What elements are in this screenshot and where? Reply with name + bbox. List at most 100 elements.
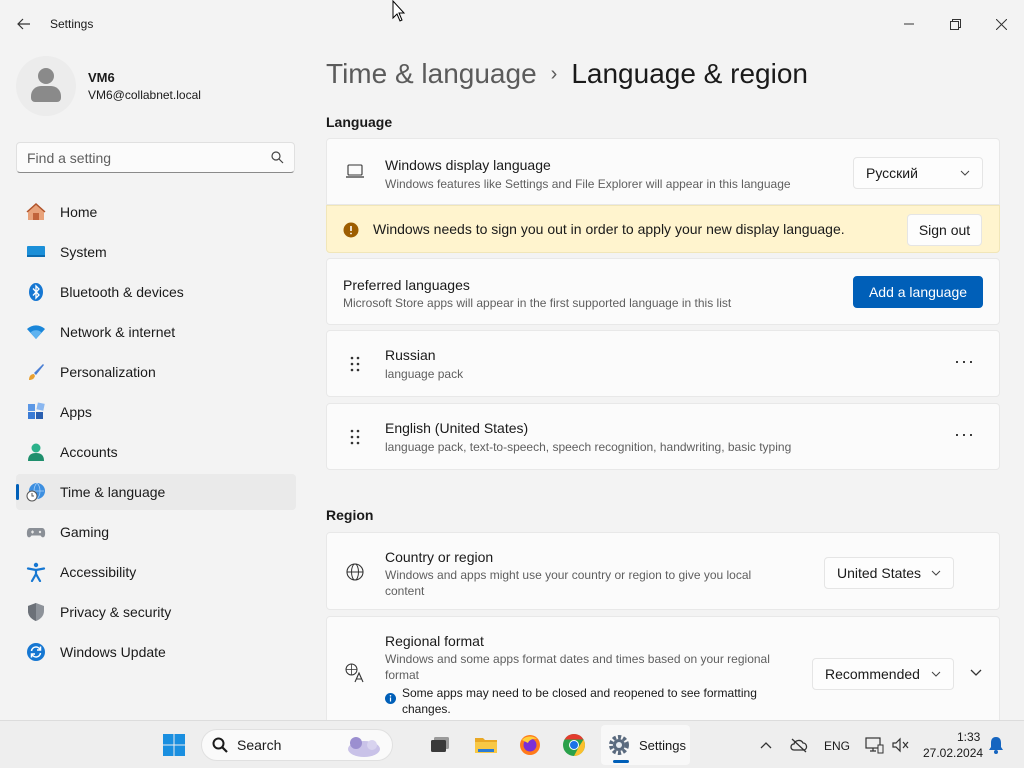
language-name: English (United States)	[385, 420, 529, 436]
file-explorer-button[interactable]	[470, 729, 502, 761]
minimize-button[interactable]	[886, 0, 932, 48]
sidebar-item-label: Gaming	[60, 524, 110, 540]
home-icon	[26, 202, 46, 222]
taskbar-search[interactable]: Search	[201, 729, 393, 761]
input-language-indicator[interactable]: ENG	[824, 739, 850, 753]
sidebar-item-accessibility[interactable]: Accessibility	[16, 554, 296, 590]
regional-format-dropdown[interactable]: Recommended	[812, 658, 954, 690]
notifications-button[interactable]	[986, 729, 1006, 761]
sidebar-item-network[interactable]: Network & internet	[16, 314, 296, 350]
gear-icon	[609, 735, 629, 755]
search-field[interactable]	[16, 142, 295, 173]
preferred-languages-card: Preferred languages Microsoft Store apps…	[326, 258, 1000, 325]
sidebar-item-label: Personalization	[60, 364, 156, 380]
sidebar-item-label: Time & language	[60, 484, 166, 500]
more-options-icon[interactable]: ···	[954, 424, 975, 445]
search-icon	[212, 737, 228, 753]
language-name: Russian	[385, 347, 436, 363]
close-button[interactable]	[978, 0, 1024, 48]
sidebar: VM6 VM6@collabnet.local Home System Blue…	[0, 48, 312, 720]
expand-chevron-icon[interactable]	[970, 669, 982, 677]
firefox-button[interactable]	[514, 729, 546, 761]
sidebar-item-label: Privacy & security	[60, 604, 172, 620]
breadcrumb-parent[interactable]: Time & language	[326, 58, 537, 90]
app-title: Settings	[50, 17, 94, 31]
chrome-button[interactable]	[558, 729, 590, 761]
sidebar-item-windows-update[interactable]: Windows Update	[16, 634, 296, 670]
search-highlight-icon	[348, 737, 380, 757]
regional-format-value: Recommended	[825, 666, 920, 682]
language-item-russian[interactable]: Russian language pack ···	[326, 330, 1000, 397]
sidebar-item-personalization[interactable]: Personalization	[16, 354, 296, 390]
language-detail: language pack, text-to-speech, speech re…	[385, 440, 792, 454]
breadcrumb-separator: ›	[550, 62, 558, 85]
chrome-icon	[563, 734, 585, 756]
user-profile[interactable]: VM6 VM6@collabnet.local	[16, 56, 201, 116]
clock-time[interactable]: 1:33	[957, 730, 980, 744]
warning-text: Windows needs to sign you out in order t…	[373, 221, 845, 237]
country-region-dropdown[interactable]: United States	[824, 557, 954, 589]
sidebar-item-label: Windows Update	[60, 644, 166, 660]
profile-email: VM6@collabnet.local	[88, 87, 201, 102]
chevron-up-icon	[760, 742, 772, 749]
bluetooth-icon	[26, 282, 46, 302]
onedrive-button[interactable]	[786, 729, 812, 761]
accessibility-icon	[26, 562, 46, 582]
taskbar: Search Settings ENG 1:33 27.02.2024	[0, 720, 1024, 768]
add-language-button[interactable]: Add a language	[853, 276, 983, 308]
display-language-title: Windows display language	[385, 157, 551, 173]
brush-icon	[26, 362, 46, 382]
sidebar-item-label: Accessibility	[60, 564, 137, 580]
sidebar-item-home[interactable]: Home	[16, 194, 296, 230]
taskbar-settings-label: Settings	[639, 737, 686, 753]
sidebar-item-privacy[interactable]: Privacy & security	[16, 594, 296, 630]
time-language-icon	[26, 482, 46, 502]
sidebar-item-label: Home	[60, 204, 98, 220]
apps-icon	[26, 402, 46, 422]
network-status-button[interactable]	[862, 729, 886, 761]
page-title: Language & region	[571, 58, 808, 89]
sidebar-item-time-language[interactable]: Time & language	[16, 474, 296, 510]
taskbar-settings-app[interactable]: Settings	[601, 725, 690, 765]
globe-icon	[345, 562, 365, 582]
regional-format-subtitle: Windows and some apps format dates and t…	[385, 652, 770, 682]
sidebar-item-apps[interactable]: Apps	[16, 394, 296, 430]
restore-icon	[949, 18, 961, 30]
display-language-dropdown[interactable]: Русский	[853, 157, 983, 189]
back-button[interactable]	[0, 0, 48, 48]
windows-logo-icon	[163, 734, 185, 756]
sidebar-item-accounts[interactable]: Accounts	[16, 434, 296, 470]
volume-button[interactable]	[888, 729, 912, 761]
breadcrumb: Time & language › Language & region	[326, 58, 808, 90]
gaming-icon	[26, 522, 46, 542]
task-view-button[interactable]	[424, 729, 456, 761]
country-region-card: Country or region Windows and apps might…	[326, 532, 1000, 610]
more-options-icon[interactable]: ···	[954, 351, 975, 372]
update-icon	[26, 642, 46, 662]
maximize-button[interactable]	[932, 0, 978, 48]
sidebar-item-label: System	[60, 244, 107, 260]
clock-date[interactable]: 27.02.2024	[923, 746, 983, 760]
sign-out-button[interactable]: Sign out	[907, 214, 982, 246]
sidebar-item-gaming[interactable]: Gaming	[16, 514, 296, 550]
tray-overflow-button[interactable]	[756, 729, 776, 761]
sidebar-item-bluetooth[interactable]: Bluetooth & devices	[16, 274, 296, 310]
start-button[interactable]	[158, 729, 190, 761]
preferred-languages-subtitle: Microsoft Store apps will appear in the …	[343, 296, 732, 310]
shield-icon	[26, 602, 46, 622]
sidebar-item-system[interactable]: System	[16, 234, 296, 270]
sidebar-item-label: Network & internet	[60, 324, 176, 340]
folder-icon	[475, 738, 497, 753]
search-input[interactable]	[27, 149, 271, 166]
regional-format-note: Some apps may need to be closed and reop…	[402, 686, 757, 716]
language-item-english[interactable]: English (United States) language pack, t…	[326, 403, 1000, 470]
drag-handle-icon[interactable]	[349, 354, 361, 374]
volume-muted-icon	[892, 737, 909, 753]
drag-handle-icon[interactable]	[349, 427, 361, 447]
mouse-cursor-icon	[392, 0, 406, 22]
accounts-icon	[26, 442, 46, 462]
preferred-languages-title: Preferred languages	[343, 277, 470, 293]
laptop-icon	[345, 161, 365, 181]
network-icon	[865, 737, 884, 754]
bell-icon	[989, 737, 1003, 754]
